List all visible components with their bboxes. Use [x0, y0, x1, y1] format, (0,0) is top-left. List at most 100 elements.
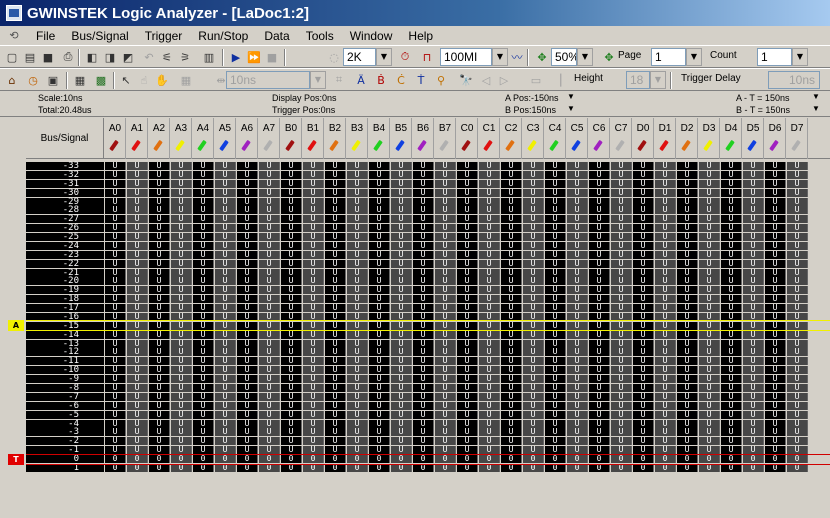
screen-icon[interactable]: ▭	[527, 71, 545, 89]
channel-color-pen-icon[interactable]	[131, 139, 141, 152]
channel-header-d7[interactable]: D7	[787, 118, 808, 159]
menu-item-file[interactable]: File	[28, 29, 63, 43]
channel-color-pen-icon[interactable]	[329, 139, 339, 152]
app-icon[interactable]	[6, 5, 22, 21]
table-icon[interactable]: ▩	[92, 71, 110, 89]
bus-a-icon[interactable]: Ä	[352, 71, 370, 89]
channel-header-b5[interactable]: B5	[391, 118, 412, 159]
grab-icon[interactable]: ✋	[153, 71, 171, 89]
count-select[interactable]: 1	[757, 48, 792, 66]
channel-header-b7[interactable]: B7	[435, 118, 456, 159]
channel-header-c5[interactable]: C5	[567, 118, 588, 159]
channel-header-c4[interactable]: C4	[545, 118, 566, 159]
pattern2-icon[interactable]: ⚞	[176, 48, 194, 66]
run-icon[interactable]: ▶	[227, 48, 245, 66]
channel-color-pen-icon[interactable]	[153, 139, 163, 152]
rate-dropdown-arrow[interactable]: ▼	[492, 48, 508, 66]
open-folder-icon[interactable]: ▤	[21, 48, 39, 66]
channel-header-b2[interactable]: B2	[325, 118, 346, 159]
capture-multi-icon[interactable]: ◨	[101, 48, 119, 66]
menu-item-help[interactable]: Help	[400, 29, 441, 43]
channel-color-pen-icon[interactable]	[395, 139, 405, 152]
channel-color-pen-icon[interactable]	[527, 139, 537, 152]
wave-icon[interactable]: 〰	[508, 48, 526, 66]
auto-icon[interactable]: ⌗	[330, 71, 348, 89]
channel-header-d5[interactable]: D5	[743, 118, 764, 159]
channel-color-pen-icon[interactable]	[483, 139, 493, 152]
channel-color-pen-icon[interactable]	[461, 139, 471, 152]
channel-header-c7[interactable]: C7	[611, 118, 632, 159]
channel-color-pen-icon[interactable]	[241, 139, 251, 152]
bus-c-icon[interactable]: Ċ	[392, 71, 410, 89]
height-select[interactable]: 18	[626, 71, 650, 89]
channel-color-pen-icon[interactable]	[791, 139, 801, 152]
waveform-grid[interactable]: Bus/Signal A0 A1 A2 A3 A4 A5 A6 A7 B0 B1 B2 B3 B4 B5 B…	[26, 118, 830, 518]
channel-header-d6[interactable]: D6	[765, 118, 786, 159]
document-menu-icon[interactable]: ⟲	[6, 29, 22, 43]
channel-header-a7[interactable]: A7	[259, 118, 280, 159]
list-icon[interactable]: ▦	[71, 71, 89, 89]
menu-item-run-stop[interactable]: Run/Stop	[190, 29, 256, 43]
new-file-icon[interactable]: ▢	[3, 48, 21, 66]
measure-icon[interactable]: ▥	[200, 48, 218, 66]
timing-icon[interactable]: ◷	[24, 71, 42, 89]
channel-color-pen-icon[interactable]	[175, 139, 185, 152]
channel-header-d1[interactable]: D1	[655, 118, 676, 159]
channel-header-a3[interactable]: A3	[171, 118, 192, 159]
bus-b-icon[interactable]: Ḃ	[372, 71, 390, 89]
channel-color-pen-icon[interactable]	[615, 139, 625, 152]
a-minus-t-dropdown-arrow[interactable]: ▼	[812, 92, 820, 101]
channel-color-pen-icon[interactable]	[263, 139, 273, 152]
channel-header-d0[interactable]: D0	[633, 118, 654, 159]
channel-color-pen-icon[interactable]	[197, 139, 207, 152]
depth-dropdown-arrow[interactable]: ▼	[376, 48, 392, 66]
channel-color-pen-icon[interactable]	[285, 139, 295, 152]
menu-item-window[interactable]: Window	[342, 29, 401, 43]
channel-header-a5[interactable]: A5	[215, 118, 236, 159]
save-icon[interactable]: ■	[39, 48, 57, 66]
page-select[interactable]: 1	[651, 48, 686, 66]
next-icon[interactable]: ▷	[495, 71, 513, 89]
channel-color-pen-icon[interactable]	[219, 139, 229, 152]
channel-header-b1[interactable]: B1	[303, 118, 324, 159]
count-dropdown-arrow[interactable]: ▼	[792, 48, 808, 66]
channel-color-pen-icon[interactable]	[659, 139, 669, 152]
channel-header-c1[interactable]: C1	[479, 118, 500, 159]
depth-select[interactable]: 2K	[343, 48, 376, 66]
grid-icon[interactable]: ▦	[177, 71, 195, 89]
interval-select[interactable]: 10ns	[226, 71, 310, 89]
marker-t-flag[interactable]: T	[8, 453, 24, 465]
menu-item-trigger[interactable]: Trigger	[137, 29, 191, 43]
channel-header-b6[interactable]: B6	[413, 118, 434, 159]
zoom-dropdown-arrow[interactable]: ▼	[577, 48, 593, 66]
channel-color-pen-icon[interactable]	[417, 139, 427, 152]
trigger-delay-input[interactable]: 10ns	[768, 71, 820, 89]
channel-header-b4[interactable]: B4	[369, 118, 390, 159]
channel-color-pen-icon[interactable]	[373, 139, 383, 152]
channel-header-b0[interactable]: B0	[281, 118, 302, 159]
bus-signal-header[interactable]: Bus/Signal	[26, 118, 104, 159]
channel-header-c0[interactable]: C0	[457, 118, 478, 159]
channel-color-pen-icon[interactable]	[725, 139, 735, 152]
channel-color-pen-icon[interactable]	[637, 139, 647, 152]
state-icon[interactable]: ▣	[44, 71, 62, 89]
interval-dropdown-arrow[interactable]: ▼	[310, 71, 326, 89]
channel-header-c2[interactable]: C2	[501, 118, 522, 159]
channel-header-a2[interactable]: A2	[149, 118, 170, 159]
channel-color-pen-icon[interactable]	[769, 139, 779, 152]
pointer-icon[interactable]: ↖	[117, 71, 135, 89]
run-repeat-icon[interactable]: ⏩	[245, 48, 263, 66]
prev-icon[interactable]: ◁	[477, 71, 495, 89]
channel-header-d3[interactable]: D3	[699, 118, 720, 159]
pattern-icon[interactable]: ⚟	[158, 48, 176, 66]
menu-item-data[interactable]: Data	[256, 29, 297, 43]
channel-header-a4[interactable]: A4	[193, 118, 214, 159]
channel-color-pen-icon[interactable]	[109, 139, 119, 152]
height-dropdown-arrow[interactable]: ▼	[650, 71, 666, 89]
menu-item-bus-signal[interactable]: Bus/Signal	[63, 29, 136, 43]
channel-color-pen-icon[interactable]	[747, 139, 757, 152]
print-icon[interactable]: ⎙	[59, 48, 77, 66]
bus-t-icon[interactable]: ⚲	[432, 71, 450, 89]
capture-icon[interactable]: ◧	[83, 48, 101, 66]
channel-color-pen-icon[interactable]	[571, 139, 581, 152]
